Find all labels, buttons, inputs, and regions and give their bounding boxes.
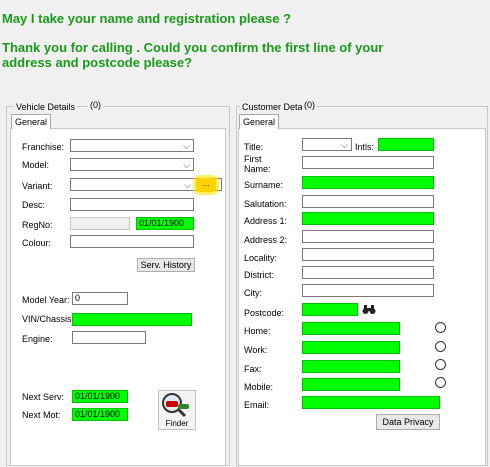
customer-count: (0) [302,100,317,110]
model-year-field[interactable]: 0 [72,292,128,305]
address2-label: Address 2: [244,235,288,245]
next-serv-field[interactable]: 01/01/1900 [72,390,128,403]
magnifier-car-icon [162,393,189,418]
email-label: Email: [244,400,270,410]
next-serv-label: Next Serv: [22,392,65,402]
prompt-line-2: Thank you for calling . Could you confir… [2,40,384,70]
chevron-down-icon: ⌵ [183,141,190,151]
serv-history-button[interactable]: Serv. History [137,258,195,272]
model-year-label: Model Year: [22,295,70,305]
franchise-label: Franchise: [22,142,65,152]
address1-label: Address 1: [244,216,288,226]
intls-field[interactable] [378,138,434,151]
salutation-label: Salutation: [244,199,287,209]
fax-label: Fax: [244,364,262,374]
home-label: Home: [244,326,271,336]
chevron-down-icon: ⌵ [341,140,348,150]
desc-field[interactable] [70,198,194,211]
surname-field[interactable] [302,176,434,189]
fax-field[interactable] [302,360,400,373]
customer-details-title: Customer Detail: [240,102,312,112]
chevron-down-icon: ⌵ [183,160,190,170]
variant-label: Variant: [22,181,53,191]
fax-radio[interactable] [435,359,446,370]
postcode-field[interactable] [302,303,358,316]
desc-label: Desc: [22,200,46,210]
email-field[interactable] [302,396,440,409]
regno-date-field[interactable]: 01/01/1900 [136,217,194,230]
binoculars-icon[interactable] [362,305,376,315]
mobile-radio[interactable] [435,377,446,388]
home-field[interactable] [302,322,400,335]
postcode-label: Postcode: [244,308,285,318]
data-privacy-button[interactable]: Data Privacy [376,414,440,430]
prompt-line-1: May I take your name and registration pl… [2,11,291,26]
city-label: City: [244,288,262,298]
next-mot-field[interactable]: 01/01/1900 [72,408,128,421]
vin-field[interactable] [72,313,192,326]
work-field[interactable] [302,341,400,354]
next-mot-label: Next Mot: [22,410,61,420]
address1-field[interactable] [302,212,434,225]
colour-label: Colour: [22,238,52,248]
surname-label: Surname: [244,180,284,190]
mobile-field[interactable] [302,378,400,391]
chevron-down-icon: ⌵ [184,180,191,190]
district-field[interactable] [302,266,434,279]
colour-field[interactable] [70,235,194,248]
salutation-field[interactable] [302,195,434,208]
address2-field[interactable] [302,230,434,243]
regno-field[interactable] [70,217,130,230]
tab-customer-general[interactable]: General [239,114,280,129]
title-label: Title: [244,142,264,152]
variant-lookup-button[interactable]: ... [196,178,216,192]
vehicle-details-title: Vehicle Details [14,102,78,112]
first-name-label: First Name: [244,154,271,174]
district-label: District: [244,270,274,280]
vin-label: VIN/Chassis [22,314,72,324]
tab-vehicle-general[interactable]: General [11,114,52,129]
engine-label: Engine: [22,334,53,344]
intls-label: Intls: [355,142,375,152]
finder-label: Finder [165,419,189,428]
finder-button[interactable]: Finder [158,390,196,430]
work-radio[interactable] [435,341,446,352]
regno-label: RegNo: [22,220,53,230]
locality-label: Locality: [244,253,278,263]
title-select[interactable]: ⌵ [302,138,352,151]
work-label: Work: [244,345,268,355]
locality-field[interactable] [302,248,434,261]
home-radio[interactable] [435,322,446,333]
model-select[interactable]: ⌵ [70,158,194,171]
mobile-label: Mobile: [244,382,274,392]
engine-field[interactable] [72,331,146,344]
franchise-select[interactable]: ⌵ [70,139,194,152]
model-label: Model: [22,160,50,170]
vehicle-count: (0) [88,100,103,110]
first-name-field[interactable] [302,156,434,169]
city-field[interactable] [302,284,434,297]
